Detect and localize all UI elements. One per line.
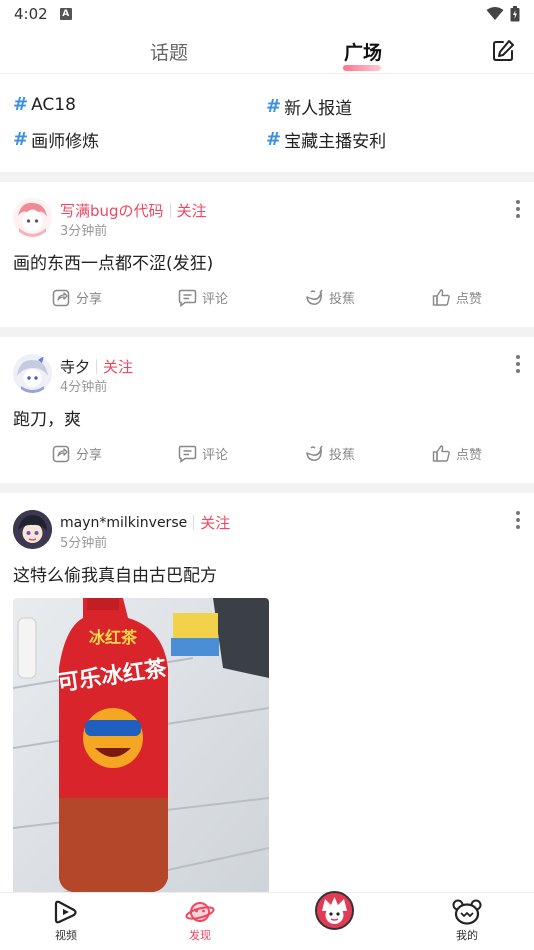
topic-item[interactable]: # 新人报道 xyxy=(266,94,352,119)
topic-item[interactable]: # AC18 xyxy=(13,94,76,115)
post-time: 3分钟前 xyxy=(60,224,108,239)
share-icon xyxy=(52,445,70,463)
notification-icon: A xyxy=(59,8,72,20)
tab-topic[interactable]: 话题 xyxy=(150,38,188,65)
more-options-icon[interactable] xyxy=(516,200,520,221)
bottle-brand-text: 冰红茶 xyxy=(89,628,138,647)
tab-square-label: 广场 xyxy=(344,42,383,64)
thumbs-up-icon xyxy=(432,445,450,462)
username-text: mayn*milkinverse xyxy=(60,514,188,531)
comment-icon xyxy=(178,445,197,463)
share-button[interactable]: 分享 xyxy=(52,444,102,463)
planet-icon xyxy=(185,902,215,922)
post-time: 4分钟前 xyxy=(60,380,108,395)
post-card: 写满bugの代码 关注 3分钟前 画的东西一点都不涩(发狂) 分享 评论 投蕉 … xyxy=(0,182,534,326)
active-tab-indicator xyxy=(343,65,381,71)
like-label: 点赞 xyxy=(456,292,483,307)
topic-label: AC18 xyxy=(31,94,76,115)
follow-button[interactable]: 关注 xyxy=(103,356,133,377)
nav-video-label: 视频 xyxy=(55,929,77,942)
nav-discover[interactable]: 发现 xyxy=(170,899,230,943)
username-text: 写满bugの代码 xyxy=(60,202,164,220)
separator xyxy=(193,515,195,530)
banana-icon xyxy=(306,289,323,305)
like-button[interactable]: 点赞 xyxy=(432,288,482,307)
share-label: 分享 xyxy=(76,292,103,307)
center-mascot-button[interactable] xyxy=(315,891,354,930)
post-time: 5分钟前 xyxy=(60,536,108,551)
like-button[interactable]: 点赞 xyxy=(432,444,482,463)
follow-button[interactable]: 关注 xyxy=(177,200,207,221)
username[interactable]: mayn*milkinverse 关注 xyxy=(60,512,230,533)
username[interactable]: 写满bugの代码 关注 xyxy=(60,200,207,221)
status-time: 4:02 xyxy=(14,5,48,23)
separator xyxy=(96,359,98,374)
battery-icon xyxy=(510,6,520,22)
hashtag-icon: # xyxy=(13,94,29,115)
bear-face-icon xyxy=(452,899,482,925)
like-label: 点赞 xyxy=(456,448,483,463)
wifi-icon xyxy=(486,7,504,20)
more-options-icon[interactable] xyxy=(516,355,520,376)
share-icon xyxy=(52,289,70,307)
username[interactable]: 寺夕 关注 xyxy=(60,356,133,377)
nav-discover-label: 发现 xyxy=(189,929,211,942)
section-divider xyxy=(0,327,534,337)
vote-banana-button[interactable]: 投蕉 xyxy=(304,444,355,463)
vote-label: 投蕉 xyxy=(329,292,356,307)
username-text: 寺夕 xyxy=(60,358,91,376)
avatar[interactable] xyxy=(13,354,52,393)
comment-icon xyxy=(178,289,197,307)
post-content[interactable]: 画的东西一点都不涩(发狂) xyxy=(13,249,213,274)
vote-label: 投蕉 xyxy=(329,448,356,463)
avatar[interactable] xyxy=(13,198,52,237)
nav-mine-label: 我的 xyxy=(456,929,478,942)
topic-grid xyxy=(0,74,534,170)
status-bar: 4:02 A xyxy=(0,0,534,28)
vote-banana-button[interactable]: 投蕉 xyxy=(304,288,355,307)
comment-label: 评论 xyxy=(202,448,229,463)
edit-post-icon[interactable] xyxy=(490,38,516,64)
topic-label: 新人报道 xyxy=(284,99,353,119)
section-divider xyxy=(0,483,534,493)
post-actions: 分享 评论 投蕉 点赞 xyxy=(0,444,534,468)
thumbs-up-icon xyxy=(432,289,450,306)
post-content[interactable]: 跑刀，爽 xyxy=(13,405,81,430)
video-icon xyxy=(54,900,77,924)
more-options-icon[interactable] xyxy=(516,511,520,532)
status-indicators xyxy=(486,6,520,22)
share-label: 分享 xyxy=(76,448,103,463)
share-button[interactable]: 分享 xyxy=(52,288,102,307)
mascot-icon xyxy=(317,893,352,928)
follow-button[interactable]: 关注 xyxy=(200,512,230,533)
topic-item[interactable]: # 画师修炼 xyxy=(13,127,99,152)
post-card: 寺夕 关注 4分钟前 跑刀，爽 分享 评论 投蕉 点赞 xyxy=(0,337,534,483)
topic-label: 画师修炼 xyxy=(31,132,100,152)
comment-button[interactable]: 评论 xyxy=(178,288,228,307)
separator xyxy=(169,203,171,218)
hashtag-icon: # xyxy=(266,96,282,117)
post-image[interactable]: 冰红茶 可乐冰红茶 xyxy=(13,598,269,895)
post-content[interactable]: 这特么偷我真自由古巴配方 xyxy=(13,561,217,586)
avatar[interactable] xyxy=(13,510,52,549)
hashtag-icon: # xyxy=(13,129,29,150)
nav-video[interactable]: 视频 xyxy=(36,899,96,943)
comment-button[interactable]: 评论 xyxy=(178,444,228,463)
top-nav: 话题 广场 xyxy=(0,28,534,74)
post-actions: 分享 评论 投蕉 点赞 xyxy=(0,288,534,312)
tab-square[interactable]: 广场 xyxy=(343,38,383,71)
nav-mine[interactable]: 我的 xyxy=(437,899,497,943)
banana-icon xyxy=(306,445,323,461)
hashtag-icon: # xyxy=(266,129,282,150)
bottom-nav: 视频 发现 我的 xyxy=(0,891,534,950)
section-divider xyxy=(0,172,534,182)
topic-item[interactable]: # 宝藏主播安利 xyxy=(266,127,386,152)
topic-label: 宝藏主播安利 xyxy=(284,132,387,152)
comment-label: 评论 xyxy=(202,292,229,307)
post-card: mayn*milkinverse 关注 5分钟前 这特么偷我真自由古巴配方 冰红… xyxy=(0,493,534,895)
